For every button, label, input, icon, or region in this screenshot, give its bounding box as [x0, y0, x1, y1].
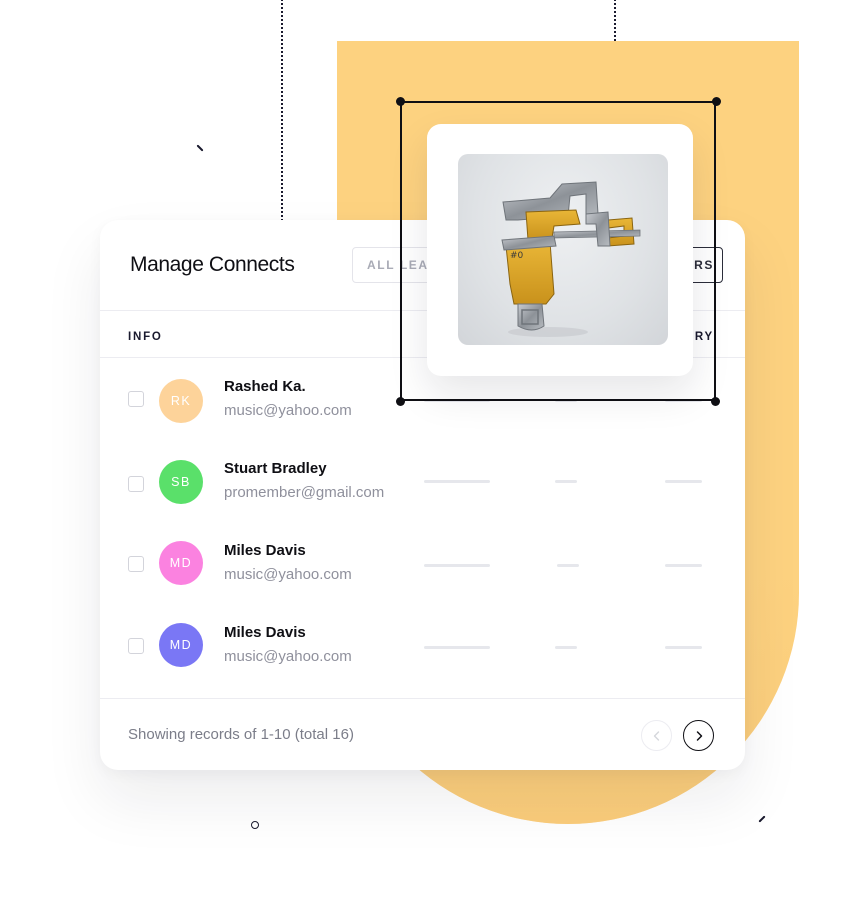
placeholder-bar — [424, 564, 490, 567]
avatar: MD — [159, 623, 203, 667]
contact-name: Miles Davis — [224, 542, 306, 559]
avatar-initials: MD — [169, 556, 193, 570]
avatar-initials: MD — [169, 638, 193, 652]
tick-decoration — [196, 144, 204, 152]
placeholder-bar — [665, 564, 702, 567]
resize-handle-top-right[interactable] — [712, 97, 721, 106]
tick-decoration — [758, 815, 766, 823]
contact-email: music@yahoo.com — [224, 566, 352, 583]
avatar-initials: RK — [170, 394, 192, 408]
next-page-button[interactable] — [683, 720, 714, 751]
placeholder-bar — [665, 480, 702, 483]
row-checkbox[interactable] — [128, 556, 144, 572]
row-checkbox[interactable] — [128, 476, 144, 492]
resize-handle-bottom-right[interactable] — [711, 397, 720, 406]
row-checkbox[interactable] — [128, 638, 144, 654]
table-row[interactable]: MD Miles Davis music@yahoo.com — [100, 534, 745, 594]
placeholder-bar — [557, 564, 579, 567]
records-count: Showing records of 1-10 (total 16) — [128, 726, 354, 743]
contact-email: music@yahoo.com — [224, 402, 352, 419]
placeholder-bar — [555, 646, 577, 649]
table-row[interactable]: SB Stuart Bradley promember@gmail.com — [100, 452, 745, 512]
placeholder-bar — [424, 480, 490, 483]
table-row[interactable]: MD Miles Davis music@yahoo.com — [100, 616, 745, 676]
avatar: SB — [159, 460, 203, 504]
resize-handle-top-left[interactable] — [396, 97, 405, 106]
placeholder-bar — [424, 646, 490, 649]
chevron-left-icon — [653, 730, 659, 741]
chevron-right-icon — [696, 730, 702, 741]
resize-handle-bottom-left[interactable] — [396, 397, 405, 406]
placeholder-bar — [555, 480, 577, 483]
contact-name: Miles Davis — [224, 624, 306, 641]
placeholder-bar — [665, 646, 702, 649]
contact-email: promember@gmail.com — [224, 484, 385, 501]
contact-email: music@yahoo.com — [224, 648, 352, 665]
contact-name: Stuart Bradley — [224, 460, 327, 477]
row-checkbox[interactable] — [128, 391, 144, 407]
selection-box[interactable] — [400, 101, 716, 401]
prev-page-button[interactable] — [641, 720, 672, 751]
card-title: Manage Connects — [130, 253, 295, 276]
avatar-initials: SB — [171, 475, 191, 489]
avatar: RK — [159, 379, 203, 423]
footer-divider — [100, 698, 745, 699]
column-header-info[interactable]: INFO — [128, 331, 163, 343]
avatar: MD — [159, 541, 203, 585]
ring-decoration — [251, 821, 259, 829]
contact-name: Rashed Ka. — [224, 378, 306, 395]
